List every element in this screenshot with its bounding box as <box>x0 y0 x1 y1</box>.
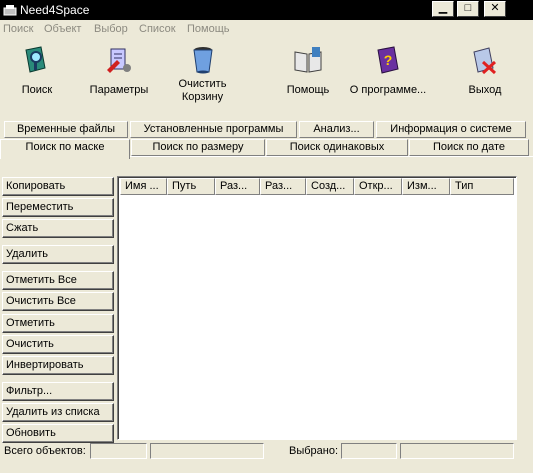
minimize-button[interactable]: ▁ <box>432 1 454 17</box>
uncheck-button[interactable]: Очистить <box>2 335 114 354</box>
column-modified[interactable]: Изм... <box>402 178 450 195</box>
menu-list[interactable]: Список <box>139 23 176 35</box>
tab-installed-programs[interactable]: Установленные программы <box>130 121 297 138</box>
help-tool-button[interactable]: Помощь <box>283 44 333 97</box>
search-tool-button[interactable]: Поиск <box>12 44 62 97</box>
maximize-button[interactable]: □ <box>457 1 479 17</box>
tab-search-by-size[interactable]: Поиск по размеру <box>131 139 265 156</box>
menu-bar: Поиск Объект Выбор Список Помощь <box>0 20 533 38</box>
help-book-icon <box>294 47 322 73</box>
remove-from-list-button[interactable]: Удалить из списка <box>2 403 114 422</box>
about-question-icon: ? <box>377 46 399 74</box>
window-title: Need4Space <box>20 3 90 17</box>
file-list[interactable]: Имя ... Путь Раз... Раз... Созд... Откр.… <box>117 176 517 440</box>
tab-row-top: Временные файлы Установленные программы … <box>0 121 533 139</box>
close-icon: ✕ <box>490 2 500 14</box>
close-button[interactable]: ✕ <box>484 1 506 17</box>
menu-search[interactable]: Поиск <box>3 23 33 35</box>
menu-select[interactable]: Выбор <box>94 23 128 35</box>
tab-search-duplicates[interactable]: Поиск одинаковых <box>266 139 408 156</box>
move-button[interactable]: Переместить <box>2 198 114 217</box>
tab-temp-files[interactable]: Временные файлы <box>4 121 128 138</box>
selected-value <box>341 443 397 459</box>
tab-row-bottom: Поиск по маске Поиск по размеру Поиск од… <box>0 139 533 159</box>
minimize-icon: ▁ <box>438 2 448 14</box>
column-type[interactable]: Тип <box>450 178 514 195</box>
compress-button[interactable]: Сжать <box>2 219 114 238</box>
toolbar: Поиск Параметры Очистить Корзину Помощь <box>0 40 533 112</box>
recycle-bin-icon <box>192 47 213 74</box>
column-path[interactable]: Путь <box>167 178 215 195</box>
exit-tool-button[interactable]: Выход <box>463 44 507 97</box>
tab-search-by-mask[interactable]: Поиск по маске <box>0 139 130 159</box>
app-icon <box>3 5 17 16</box>
filter-button[interactable]: Фильтр... <box>2 382 114 401</box>
status-bar: Всего объектов: Выбрано: <box>0 440 533 462</box>
window-bottom <box>0 462 533 473</box>
maximize-icon: □ <box>464 2 472 14</box>
column-name[interactable]: Имя ... <box>120 178 167 195</box>
delete-button[interactable]: Удалить <box>2 245 114 264</box>
status-field-blank-2 <box>400 443 514 459</box>
settings-icon <box>107 48 131 73</box>
total-objects-label: Всего объектов: <box>4 445 86 457</box>
settings-tool-button[interactable]: Параметры <box>85 44 153 97</box>
column-size[interactable]: Раз... <box>215 178 260 195</box>
invert-button[interactable]: Инвертировать <box>2 356 114 375</box>
title-bar: Need4Space ▁ □ ✕ <box>0 0 533 20</box>
clear-all-button[interactable]: Очистить Все <box>2 292 114 311</box>
column-created[interactable]: Созд... <box>306 178 354 195</box>
tab-analysis[interactable]: Анализ... <box>299 121 374 138</box>
status-field-blank <box>150 443 264 459</box>
tab-search-by-date[interactable]: Поиск по дате <box>409 139 529 156</box>
column-opened[interactable]: Откр... <box>354 178 402 195</box>
menu-object[interactable]: Объект <box>44 23 81 35</box>
tab-system-info[interactable]: Информация о системе <box>376 121 526 138</box>
total-objects-value <box>90 443 147 459</box>
svg-text:?: ? <box>384 52 393 68</box>
clear-bin-tool-button[interactable]: Очистить Корзину <box>175 44 230 104</box>
selected-label: Выбрано: <box>289 445 339 457</box>
check-all-button[interactable]: Отметить Все <box>2 271 114 290</box>
about-tool-button[interactable]: ? О программе... <box>347 44 429 97</box>
column-size-2[interactable]: Раз... <box>260 178 306 195</box>
exit-icon <box>473 47 497 75</box>
copy-button[interactable]: Копировать <box>2 177 114 196</box>
menu-help[interactable]: Помощь <box>187 23 230 35</box>
check-button[interactable]: Отметить <box>2 314 114 333</box>
search-icon <box>25 46 46 73</box>
